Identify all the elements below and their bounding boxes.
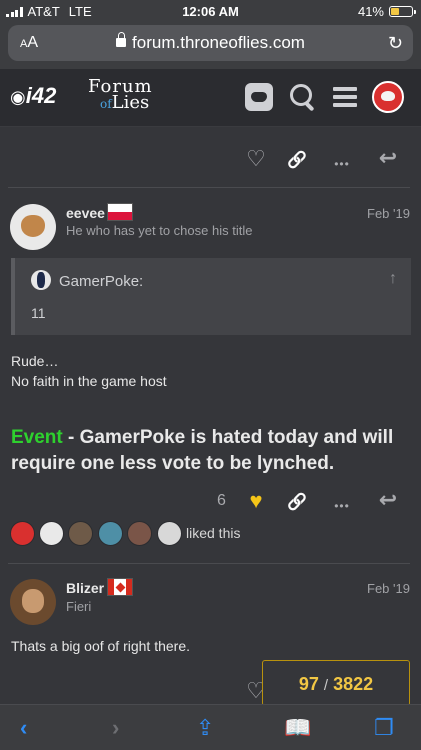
liker-avatar[interactable] — [98, 521, 123, 546]
quote-block: GamerPoke: ↑ 11 — [11, 258, 411, 335]
post-divider — [8, 187, 410, 188]
event-text: - GamerPoke is hated today and will requ… — [11, 427, 394, 474]
url-display[interactable]: forum.throneoflies.com — [8, 32, 413, 53]
back-icon[interactable]: ‹ — [20, 715, 27, 741]
avatar[interactable] — [10, 204, 56, 250]
share-link-icon[interactable] — [283, 149, 311, 170]
like-icon[interactable] — [242, 146, 270, 172]
jump-to-quote-icon[interactable]: ↑ — [389, 270, 397, 288]
liked-heart-icon[interactable] — [242, 488, 270, 514]
progress-total: 3822 — [333, 674, 374, 694]
post-date[interactable]: Feb '19 — [367, 581, 410, 596]
browser-toolbar: ‹ › ⇪ 📖 ❐ — [0, 704, 421, 750]
liker-avatar[interactable] — [68, 521, 93, 546]
hamburger-menu-icon[interactable] — [332, 83, 360, 111]
liked-this-label: liked this — [186, 525, 241, 541]
event-announcement: Event - GamerPoke is hated today and wil… — [11, 425, 411, 477]
browser-top-chrome: AT&T LTE 12:06 AM 41% AA forum.throneofl… — [0, 0, 421, 69]
user-title: Fieri — [66, 599, 92, 614]
url-text: forum.throneoflies.com — [132, 33, 305, 52]
quote-username[interactable]: GamerPoke: — [59, 273, 143, 290]
forum-header: ◉i42 Forum ofLies — [0, 69, 421, 127]
post-body: Rude… No faith in the game host — [11, 351, 167, 391]
current-user-avatar[interactable] — [372, 81, 404, 113]
more-options-icon[interactable] — [328, 152, 356, 173]
reply-icon[interactable] — [374, 145, 402, 171]
liker-avatar[interactable] — [39, 521, 64, 546]
liker-avatar[interactable] — [10, 521, 35, 546]
canada-flag-icon — [107, 578, 133, 596]
more-options-icon[interactable] — [328, 494, 356, 515]
battery-percent: 41% — [357, 4, 384, 19]
battery-icon — [389, 6, 416, 17]
poland-flag-icon — [107, 203, 133, 221]
i42-logo[interactable]: ◉i42 — [10, 83, 56, 109]
post-username[interactable]: Blizer — [66, 580, 104, 596]
lock-icon — [116, 32, 127, 47]
progress-current: 97 — [298, 674, 319, 694]
status-bar: AT&T LTE 12:06 AM 41% — [0, 0, 421, 22]
quote-avatar — [31, 270, 51, 290]
reply-icon[interactable] — [374, 487, 402, 513]
search-icon[interactable] — [289, 83, 317, 111]
share-icon[interactable]: ⇪ — [196, 715, 214, 741]
post-date[interactable]: Feb '19 — [367, 206, 410, 221]
bookmarks-icon[interactable]: 📖 — [284, 715, 311, 741]
address-bar[interactable]: AA forum.throneoflies.com ↻ — [8, 25, 413, 61]
topic-progress-badge[interactable]: 97 / 3822 — [262, 660, 410, 706]
post-line: No faith in the game host — [11, 373, 167, 389]
liker-avatar[interactable] — [157, 521, 182, 546]
reload-icon[interactable]: ↻ — [388, 33, 403, 54]
discord-icon[interactable] — [245, 83, 273, 111]
liker-avatar[interactable] — [127, 521, 152, 546]
like-count[interactable]: 6 — [217, 492, 226, 510]
post-body: Thats a big oof of right there. — [11, 638, 190, 654]
tabs-icon[interactable]: ❐ — [374, 715, 394, 741]
post-divider — [8, 563, 410, 564]
forum-of-lies-logo[interactable]: Forum ofLies — [88, 78, 153, 112]
post-line: Rude… — [11, 353, 59, 369]
quote-text: 11 — [31, 305, 46, 321]
post-username[interactable]: eevee — [66, 205, 105, 221]
event-label: Event — [11, 427, 63, 448]
avatar[interactable] — [10, 579, 56, 625]
forward-icon[interactable]: › — [112, 715, 119, 741]
share-link-icon[interactable] — [283, 491, 311, 512]
user-title: He who has yet to chose his title — [66, 223, 253, 238]
